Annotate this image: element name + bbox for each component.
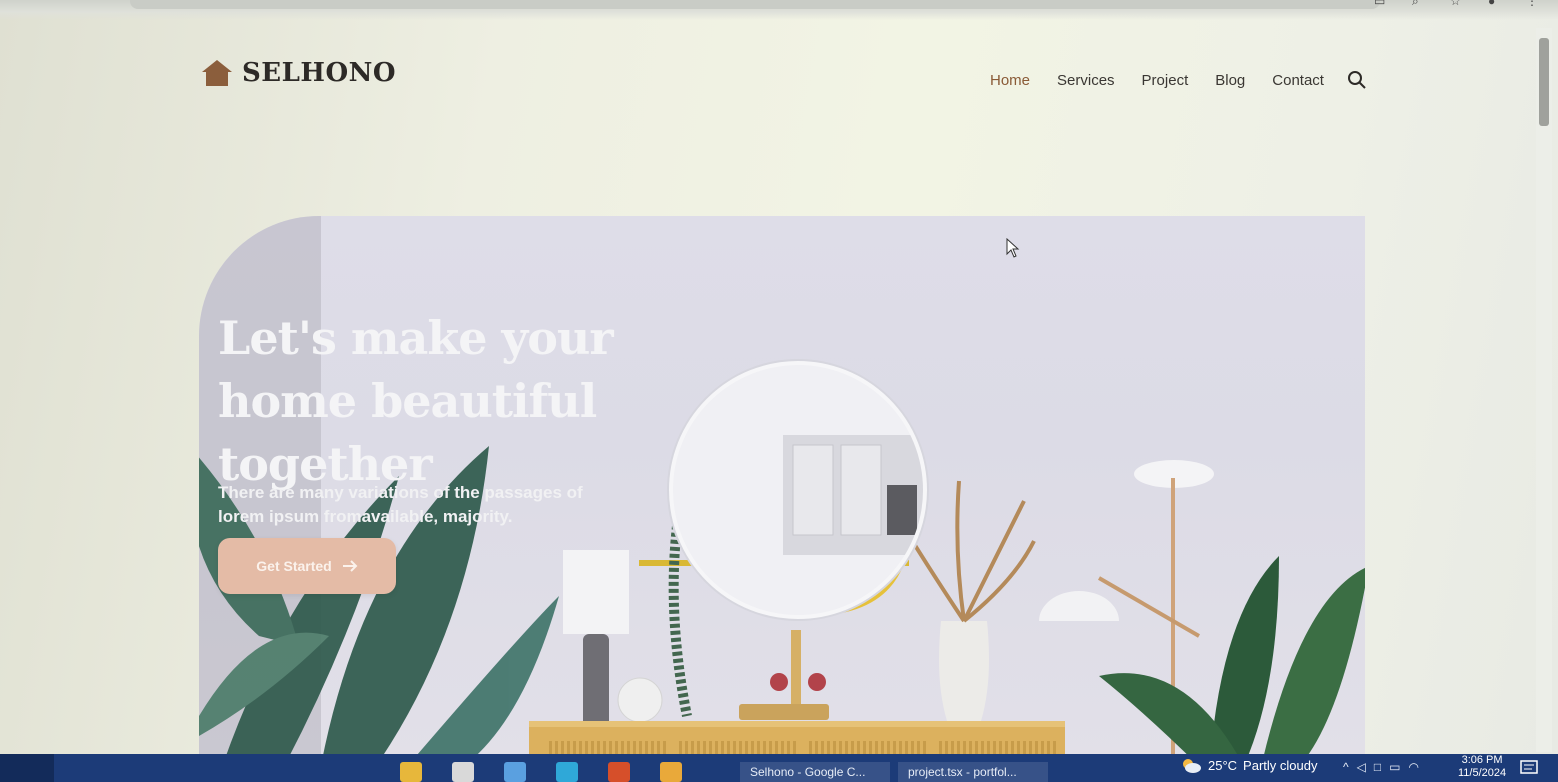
weather-widget[interactable]: 25°C Partly cloudy bbox=[1180, 756, 1317, 774]
hero-section: Let's make your home beautiful together … bbox=[199, 216, 1365, 776]
chrome-icon[interactable] bbox=[660, 762, 682, 782]
profile-icon[interactable]: ● bbox=[1488, 0, 1500, 7]
bookmark-star-icon[interactable]: ☆ bbox=[1450, 0, 1462, 7]
menu-kebab-icon[interactable]: ⋮ bbox=[1526, 0, 1538, 7]
nav-contact[interactable]: Contact bbox=[1272, 72, 1324, 89]
install-icon[interactable]: ▭ bbox=[1374, 0, 1386, 7]
partly-cloudy-icon bbox=[1183, 759, 1201, 773]
nav-project[interactable]: Project bbox=[1142, 72, 1189, 89]
battery-icon[interactable]: ▭ bbox=[1389, 760, 1400, 774]
weather-temp: 25°C bbox=[1208, 757, 1238, 773]
system-tray: ^ ◁ □ ▭ ◠ bbox=[1343, 760, 1419, 774]
browser-toolbar-icons: ▭ ⌕ ☆ ● ⋮ bbox=[1374, 0, 1538, 7]
brand-name: SELHONO bbox=[242, 58, 397, 88]
get-started-button[interactable]: Get Started bbox=[218, 538, 396, 594]
taskbar-pinned-apps bbox=[400, 762, 682, 782]
nav-services[interactable]: Services bbox=[1057, 72, 1115, 89]
nav-blog[interactable]: Blog bbox=[1215, 72, 1245, 89]
meet-icon[interactable]: □ bbox=[1374, 760, 1381, 774]
main-nav: Home Services Project Blog Contact bbox=[990, 70, 1367, 90]
volume-icon[interactable]: ◁ bbox=[1357, 760, 1366, 774]
app-icon[interactable] bbox=[504, 762, 526, 782]
address-bar[interactable] bbox=[130, 0, 1380, 9]
browser-chrome: ▭ ⌕ ☆ ● ⋮ bbox=[0, 0, 1558, 20]
taskbar-clock[interactable]: 3:06 PM 11/5/2024 bbox=[1458, 754, 1506, 780]
arrow-right-icon bbox=[342, 560, 358, 572]
chevron-up-icon[interactable]: ^ bbox=[1343, 760, 1349, 774]
nav-home[interactable]: Home bbox=[990, 72, 1030, 89]
scrollbar-thumb[interactable] bbox=[1539, 38, 1549, 126]
wifi-icon[interactable]: ◠ bbox=[1408, 760, 1418, 774]
windows-taskbar: Selhono - Google C... project.tsx - port… bbox=[0, 754, 1558, 782]
site-logo[interactable]: SELHONO bbox=[200, 58, 396, 88]
start-button[interactable] bbox=[0, 754, 54, 782]
get-started-label: Get Started bbox=[256, 558, 332, 574]
page-scrollbar[interactable] bbox=[1536, 28, 1552, 752]
house-icon bbox=[202, 60, 232, 86]
search-icon[interactable] bbox=[1347, 70, 1367, 90]
taskbar-item-chrome[interactable]: Selhono - Google C... bbox=[740, 762, 890, 782]
file-explorer-icon[interactable] bbox=[400, 762, 422, 782]
app-icon[interactable] bbox=[452, 762, 474, 782]
taskbar-item-vscode[interactable]: project.tsx - portfol... bbox=[898, 762, 1048, 782]
weather-condition: Partly cloudy bbox=[1243, 757, 1318, 773]
hero-title: Let's make your home beautiful together bbox=[218, 310, 614, 491]
app-icon[interactable] bbox=[556, 762, 578, 782]
zoom-icon[interactable]: ⌕ bbox=[1412, 0, 1424, 7]
clock-time: 3:06 PM bbox=[1461, 754, 1503, 766]
round-mirror-image bbox=[669, 361, 927, 619]
mirror-reflection-image bbox=[783, 435, 923, 555]
mouse-cursor-icon bbox=[1006, 238, 1020, 258]
clock-date: 11/5/2024 bbox=[1458, 767, 1507, 779]
hero-subtitle: There are many variations of the passage… bbox=[218, 483, 583, 526]
app-icon[interactable] bbox=[608, 762, 630, 782]
notification-icon[interactable] bbox=[1520, 760, 1538, 776]
